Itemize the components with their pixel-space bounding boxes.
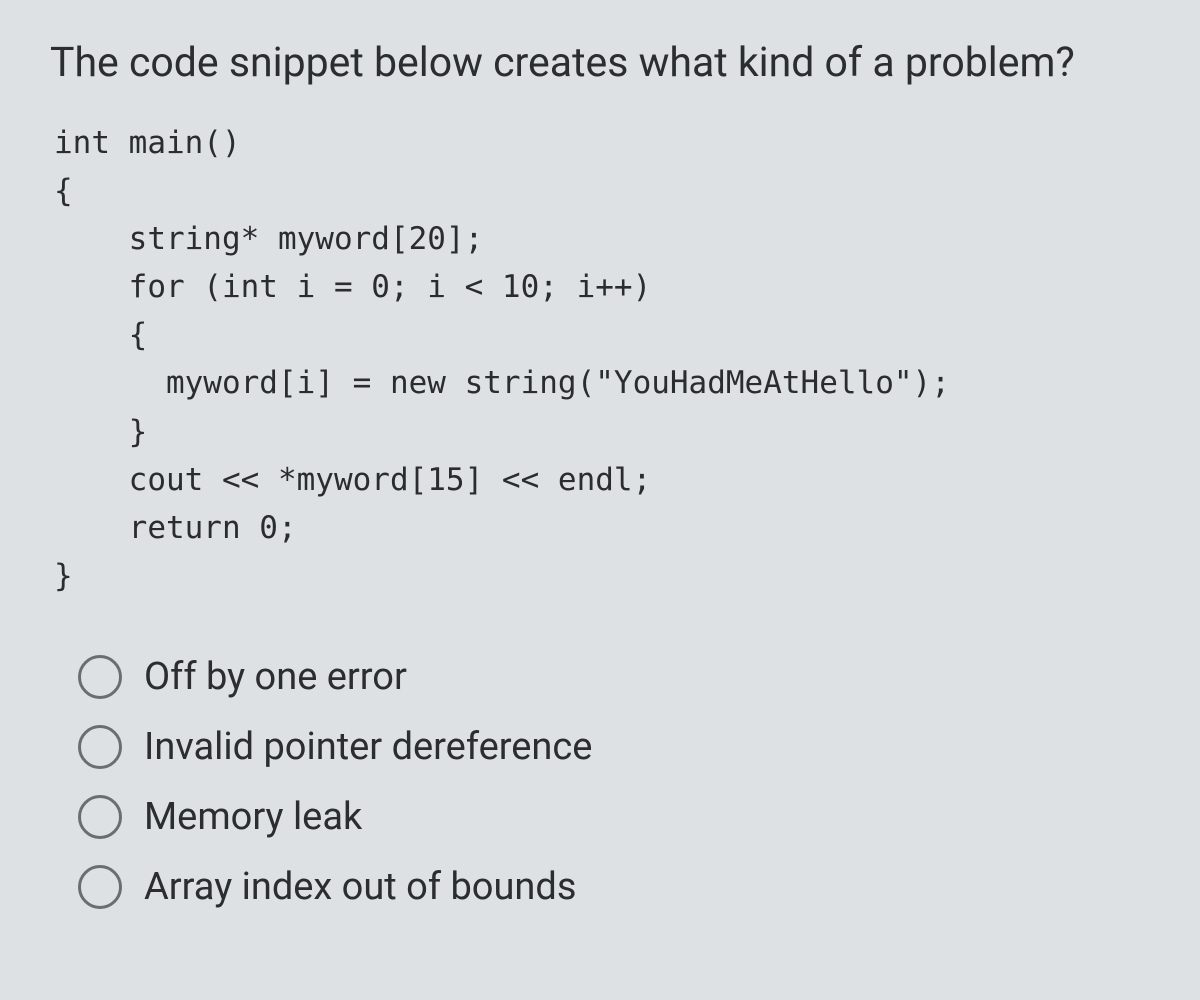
radio-icon[interactable]: [78, 655, 122, 699]
option-label: Memory leak: [144, 795, 362, 839]
radio-icon[interactable]: [78, 725, 122, 769]
radio-icon[interactable]: [78, 795, 122, 839]
radio-icon[interactable]: [78, 865, 122, 909]
quiz-container: The code snippet below creates what kind…: [0, 0, 1200, 965]
option-label: Invalid pointer dereference: [144, 725, 592, 769]
option-array-out-of-bounds[interactable]: Array index out of bounds: [78, 865, 1150, 909]
options-group: Off by one error Invalid pointer derefer…: [50, 655, 1150, 909]
option-off-by-one[interactable]: Off by one error: [78, 655, 1150, 699]
code-snippet: int main() { string* myword[20]; for (in…: [50, 119, 1150, 599]
option-label: Off by one error: [144, 655, 407, 699]
option-memory-leak[interactable]: Memory leak: [78, 795, 1150, 839]
question-prompt: The code snippet below creates what kind…: [50, 38, 1150, 89]
option-invalid-pointer[interactable]: Invalid pointer dereference: [78, 725, 1150, 769]
option-label: Array index out of bounds: [144, 865, 576, 909]
